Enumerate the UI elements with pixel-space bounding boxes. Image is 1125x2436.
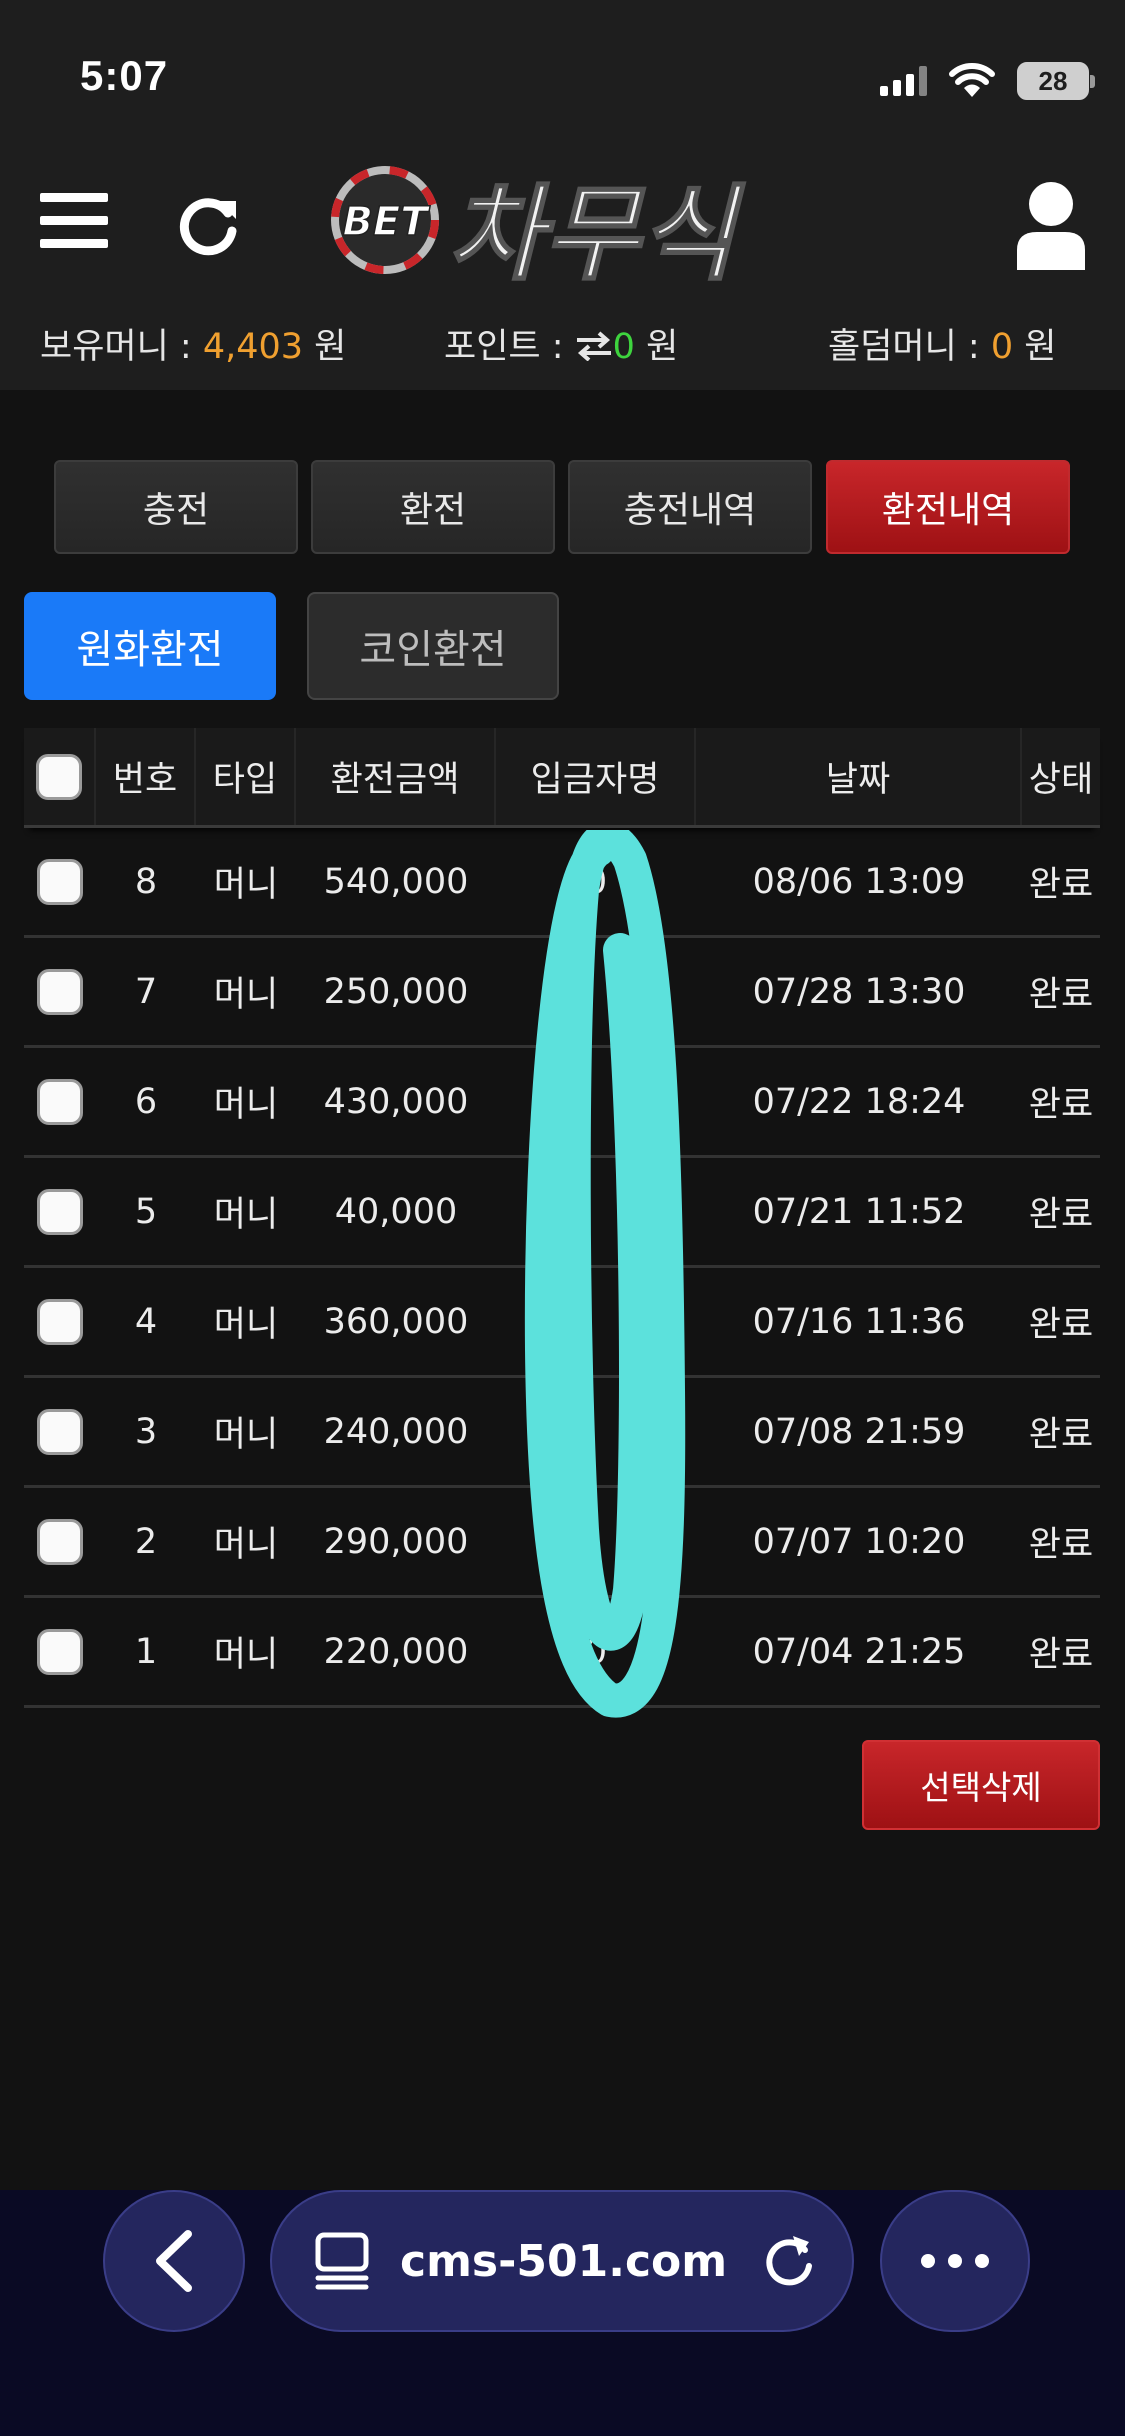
row-date: 07/28 13:30 <box>752 971 966 1012</box>
app-header: BET 차무식 보유머니 : 4,403 원 포인트 : 0 원 홀덤머니 : … <box>0 150 1125 390</box>
row-amount: 360,000 <box>323 1301 469 1342</box>
brand-logo: BET 차무식 <box>330 160 790 296</box>
url-text: cms-501.com <box>400 2235 728 2287</box>
chevron-left-icon <box>156 2230 192 2292</box>
holdem-money: 홀덤머니 : 0 원 <box>828 327 1057 367</box>
browser-toolbar: cms-501.com <box>0 2190 1125 2436</box>
cellular-signal-icon <box>880 66 927 96</box>
row-type: 머니 <box>213 865 279 905</box>
row-checkbox[interactable] <box>37 1298 83 1345</box>
more-icon <box>921 2254 989 2268</box>
row-number: 6 <box>134 1081 158 1122</box>
row-checkbox[interactable] <box>37 968 83 1015</box>
row-checkbox[interactable] <box>37 1518 83 1565</box>
row-checkbox[interactable] <box>37 1628 83 1675</box>
header-status: 상태 <box>1028 760 1094 800</box>
row-amount: 290,000 <box>323 1521 469 1562</box>
delete-selected-button[interactable]: 선택삭제 <box>862 1740 1100 1830</box>
row-number: 5 <box>134 1191 158 1232</box>
svg-text:차무식: 차무식 <box>448 173 745 290</box>
row-type: 머니 <box>213 1635 279 1675</box>
row-type: 머니 <box>213 1085 279 1125</box>
row-number: 3 <box>134 1411 158 1452</box>
table-header: 번호 타입 환전금액 입금자명 날짜 상태 <box>24 728 1100 828</box>
points-value: 0 <box>612 327 635 367</box>
header-depositor: 입금자명 <box>496 728 696 825</box>
subtab-coin-withdraw[interactable]: 코인환전 <box>307 592 559 700</box>
row-amount: 250,000 <box>323 971 469 1012</box>
row-number: 4 <box>134 1301 158 1342</box>
held-money: 보유머니 : 4,403 원 <box>40 327 347 367</box>
row-type: 머니 <box>213 975 279 1015</box>
tabs-icon[interactable] <box>314 2231 370 2291</box>
wifi-icon <box>949 63 995 97</box>
status-icons: 28 <box>880 58 1095 104</box>
row-number: 8 <box>134 861 158 902</box>
reload-icon[interactable] <box>761 2232 817 2290</box>
header-number: 번호 <box>96 728 196 825</box>
header-type: 타입 <box>196 728 296 825</box>
row-checkbox[interactable] <box>37 1078 83 1125</box>
row-number: 2 <box>134 1521 158 1562</box>
transfer-arrows-icon[interactable] <box>575 331 613 362</box>
tab-withdraw[interactable]: 환전 <box>311 460 555 554</box>
row-date: 07/07 10:20 <box>752 1521 966 1562</box>
user-icon[interactable] <box>1013 180 1089 270</box>
address-bar[interactable]: cms-501.com <box>270 2190 854 2332</box>
row-number: 7 <box>134 971 158 1012</box>
select-all-cell <box>24 728 96 825</box>
row-checkbox[interactable] <box>37 1408 83 1455</box>
row-type: 머니 <box>213 1415 279 1455</box>
redaction-scribble <box>524 830 686 1718</box>
tab-deposit-history[interactable]: 충전내역 <box>568 460 812 554</box>
row-date: 07/21 11:52 <box>752 1191 966 1232</box>
status-time: 5:07 <box>80 52 169 99</box>
row-status: 완료 <box>1028 975 1094 1015</box>
select-all-checkbox[interactable] <box>36 753 82 800</box>
hamburger-menu-icon[interactable] <box>40 193 108 253</box>
tab-withdraw-history[interactable]: 환전내역 <box>826 460 1070 554</box>
refresh-icon[interactable] <box>178 193 242 257</box>
row-amount: 220,000 <box>323 1631 469 1672</box>
header-amount: 환전금액 <box>296 728 496 825</box>
row-date: 07/22 18:24 <box>752 1081 966 1122</box>
status-bar: 5:07 28 <box>0 0 1125 150</box>
row-checkbox[interactable] <box>37 858 83 905</box>
row-status: 완료 <box>1028 1305 1094 1345</box>
row-checkbox[interactable] <box>37 1188 83 1235</box>
row-number: 1 <box>134 1631 158 1672</box>
back-button[interactable] <box>103 2190 245 2332</box>
row-status: 완료 <box>1028 1635 1094 1675</box>
row-date: 07/04 21:25 <box>752 1631 966 1672</box>
row-type: 머니 <box>213 1305 279 1345</box>
battery-icon: 28 <box>1017 62 1095 100</box>
balance-row: 보유머니 : 4,403 원 포인트 : 0 원 홀덤머니 : 0 원 <box>0 318 1125 368</box>
row-amount: 540,000 <box>323 861 469 902</box>
row-type: 머니 <box>213 1525 279 1565</box>
row-status: 완료 <box>1028 1525 1094 1565</box>
header-date: 날짜 <box>696 728 1022 825</box>
points[interactable]: 포인트 : 0 원 <box>444 318 678 369</box>
holdem-money-value: 0 <box>990 327 1014 367</box>
row-amount: 430,000 <box>323 1081 469 1122</box>
held-money-value: 4,403 <box>202 327 304 367</box>
row-amount: 40,000 <box>334 1191 458 1232</box>
row-status: 완료 <box>1028 1195 1094 1235</box>
row-amount: 240,000 <box>323 1411 469 1452</box>
row-status: 완료 <box>1028 1085 1094 1125</box>
row-date: 07/08 21:59 <box>752 1411 966 1452</box>
row-status: 완료 <box>1028 1415 1094 1455</box>
row-date: 07/16 11:36 <box>752 1301 966 1342</box>
row-type: 머니 <box>213 1195 279 1235</box>
row-date: 08/06 13:09 <box>752 861 966 902</box>
subtab-krw-withdraw[interactable]: 원화환전 <box>24 592 276 700</box>
svg-text:BET: BET <box>342 199 430 245</box>
more-options-button[interactable] <box>880 2190 1030 2332</box>
tab-deposit[interactable]: 충전 <box>54 460 298 554</box>
main-tabs: 충전 환전 충전내역 환전내역 <box>54 460 1070 554</box>
row-status: 완료 <box>1028 865 1094 905</box>
